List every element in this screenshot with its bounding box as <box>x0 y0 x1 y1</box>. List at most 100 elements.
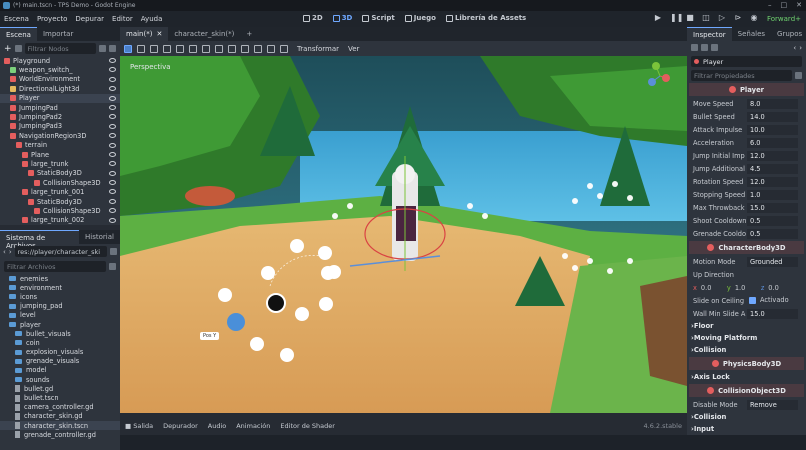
menu-ayuda[interactable]: Ayuda <box>137 15 167 23</box>
visibility-eye-icon[interactable] <box>109 114 116 120</box>
new-resource-icon[interactable] <box>691 44 698 51</box>
tab-filesystem[interactable]: Sistema de Archivos <box>0 230 80 250</box>
path-input[interactable]: res://player/character_ski <box>14 246 107 257</box>
section-collisionobject3d[interactable]: CollisionObject3D <box>689 384 804 397</box>
history-forward-icon[interactable]: › <box>799 44 802 52</box>
group-collision-2[interactable]: › Collision <box>687 411 806 423</box>
tab-history[interactable]: Historial <box>79 230 120 244</box>
property-value-input[interactable]: 12.0 <box>747 151 798 161</box>
ruler-tool-icon[interactable] <box>176 44 184 53</box>
tab-escena[interactable]: Escena <box>0 27 37 41</box>
tree-node[interactable]: Playground <box>0 56 120 65</box>
close-tab-icon[interactable]: ✕ <box>156 30 162 41</box>
tree-node[interactable]: DirectionalLight3d <box>0 84 120 93</box>
renderer-select[interactable]: Forward+ <box>767 15 801 23</box>
motion-mode-select[interactable]: Grounded <box>747 257 798 267</box>
up-y-input[interactable]: 1.0 <box>735 284 757 292</box>
property-value-input[interactable]: 0.5 <box>747 229 798 239</box>
radial-pin-icon[interactable] <box>227 313 245 331</box>
tree-node[interactable]: StaticBody3D <box>0 197 120 206</box>
stop-icon[interactable]: ■ <box>686 14 694 22</box>
radial-folder3-icon[interactable] <box>319 297 333 311</box>
tree-node[interactable]: large_trunk_001 <box>0 187 120 196</box>
file-item[interactable]: character_skin.tscn <box>0 421 120 431</box>
visibility-eye-icon[interactable] <box>109 170 116 176</box>
tree-node[interactable]: StaticBody3D <box>0 169 120 178</box>
list-tool-icon[interactable] <box>189 44 197 53</box>
visibility-eye-icon[interactable] <box>109 76 116 82</box>
close-icon[interactable]: ✕ <box>796 1 802 9</box>
add-node-icon[interactable]: + <box>4 44 12 54</box>
visibility-eye-icon[interactable] <box>109 208 116 214</box>
visibility-eye-icon[interactable] <box>109 123 116 129</box>
tree-node[interactable]: large_trunk_002 <box>0 216 120 225</box>
view-menu[interactable]: Ver <box>348 45 359 53</box>
property-value-input[interactable]: 10.0 <box>747 125 798 135</box>
tree-node[interactable]: JumpingPad2 <box>0 112 120 121</box>
visibility-eye-icon[interactable] <box>109 161 116 167</box>
3d-viewport[interactable]: Perspectiva Pos Y <box>120 56 687 413</box>
more-icon[interactable] <box>280 44 288 53</box>
tab-output[interactable]: ■ Salida <box>120 422 158 430</box>
tree-node[interactable]: terrain <box>0 141 120 150</box>
folder-item[interactable]: icons <box>0 292 120 301</box>
visibility-eye-icon[interactable] <box>109 180 116 186</box>
inspector-node-select[interactable]: Player <box>691 55 802 67</box>
pause-icon[interactable]: ❚❚ <box>670 14 683 22</box>
folder-item[interactable]: model <box>0 366 120 375</box>
property-value-input[interactable]: 6.0 <box>747 138 798 148</box>
settings-icon[interactable] <box>795 71 802 79</box>
group-input[interactable]: › Input <box>687 423 806 435</box>
play-custom-icon[interactable]: ⊳ <box>734 14 742 22</box>
group-icon[interactable] <box>215 44 223 53</box>
radial-maximize-icon[interactable] <box>218 288 232 302</box>
section-characterbody3d[interactable]: CharacterBody3D <box>689 241 804 254</box>
tab-signals[interactable]: Señales <box>732 27 771 41</box>
visibility-eye-icon[interactable] <box>109 217 116 223</box>
property-value-input[interactable]: 8.0 <box>747 99 798 109</box>
radial-folder2-icon[interactable] <box>295 307 309 321</box>
local-space-icon[interactable] <box>241 44 249 53</box>
folder-item[interactable]: explosion_visuals <box>0 348 120 357</box>
radial-red-target-icon[interactable] <box>250 337 264 351</box>
radial-center-folder-icon[interactable] <box>266 293 286 313</box>
folder-item[interactable]: coin <box>0 338 120 347</box>
tree-node[interactable]: large_trunk <box>0 159 120 168</box>
tree-node[interactable]: Plane <box>0 150 120 159</box>
split-icon[interactable] <box>110 248 117 255</box>
snap-icon[interactable] <box>228 44 236 53</box>
sort-icon[interactable] <box>109 263 116 270</box>
workspace-3d[interactable]: 3D <box>332 14 352 22</box>
workspace-script[interactable]: Script <box>362 14 395 22</box>
forward-icon[interactable]: › <box>9 248 12 256</box>
tree-node[interactable]: CollisionShape3D <box>0 178 120 187</box>
scene-tab-character-skin[interactable]: character_skin(*) <box>168 27 240 41</box>
folder-item[interactable]: environment <box>0 283 120 292</box>
tab-debugger[interactable]: Depurador <box>158 422 203 430</box>
file-item[interactable]: camera_controller.gd <box>0 403 120 412</box>
file-item[interactable]: bullet.tscn <box>0 393 120 402</box>
move-tool-icon[interactable] <box>137 44 145 53</box>
lock-icon[interactable] <box>202 44 210 53</box>
visibility-eye-icon[interactable] <box>109 86 116 92</box>
add-tab-icon[interactable]: + <box>240 27 258 41</box>
folder-item[interactable]: level <box>0 311 120 320</box>
menu-depurar[interactable]: Depurar <box>71 15 108 23</box>
up-z-input[interactable]: 0.0 <box>768 284 786 292</box>
section-player[interactable]: Player <box>689 83 804 96</box>
tab-groups[interactable]: Grupos <box>771 27 806 41</box>
radial-at-icon[interactable] <box>280 348 294 362</box>
radial-cursor-icon[interactable] <box>318 246 332 260</box>
visibility-eye-icon[interactable] <box>109 95 116 101</box>
tree-node[interactable]: NavigationRegion3D <box>0 131 120 140</box>
group-axis-lock[interactable]: › Axis Lock <box>687 371 806 383</box>
select-tool-icon[interactable] <box>124 44 132 53</box>
tree-node[interactable]: JumpingPad3 <box>0 122 120 131</box>
radial-folder-icon[interactable] <box>261 266 275 280</box>
group-floor[interactable]: › Floor <box>687 320 806 332</box>
visibility-eye-icon[interactable] <box>109 58 116 63</box>
tab-audio[interactable]: Audio <box>203 422 231 430</box>
file-item[interactable]: bullet.gd <box>0 384 120 393</box>
filter-nodes-input[interactable]: Filtrar Nodos <box>24 43 96 54</box>
visibility-eye-icon[interactable] <box>109 133 116 139</box>
